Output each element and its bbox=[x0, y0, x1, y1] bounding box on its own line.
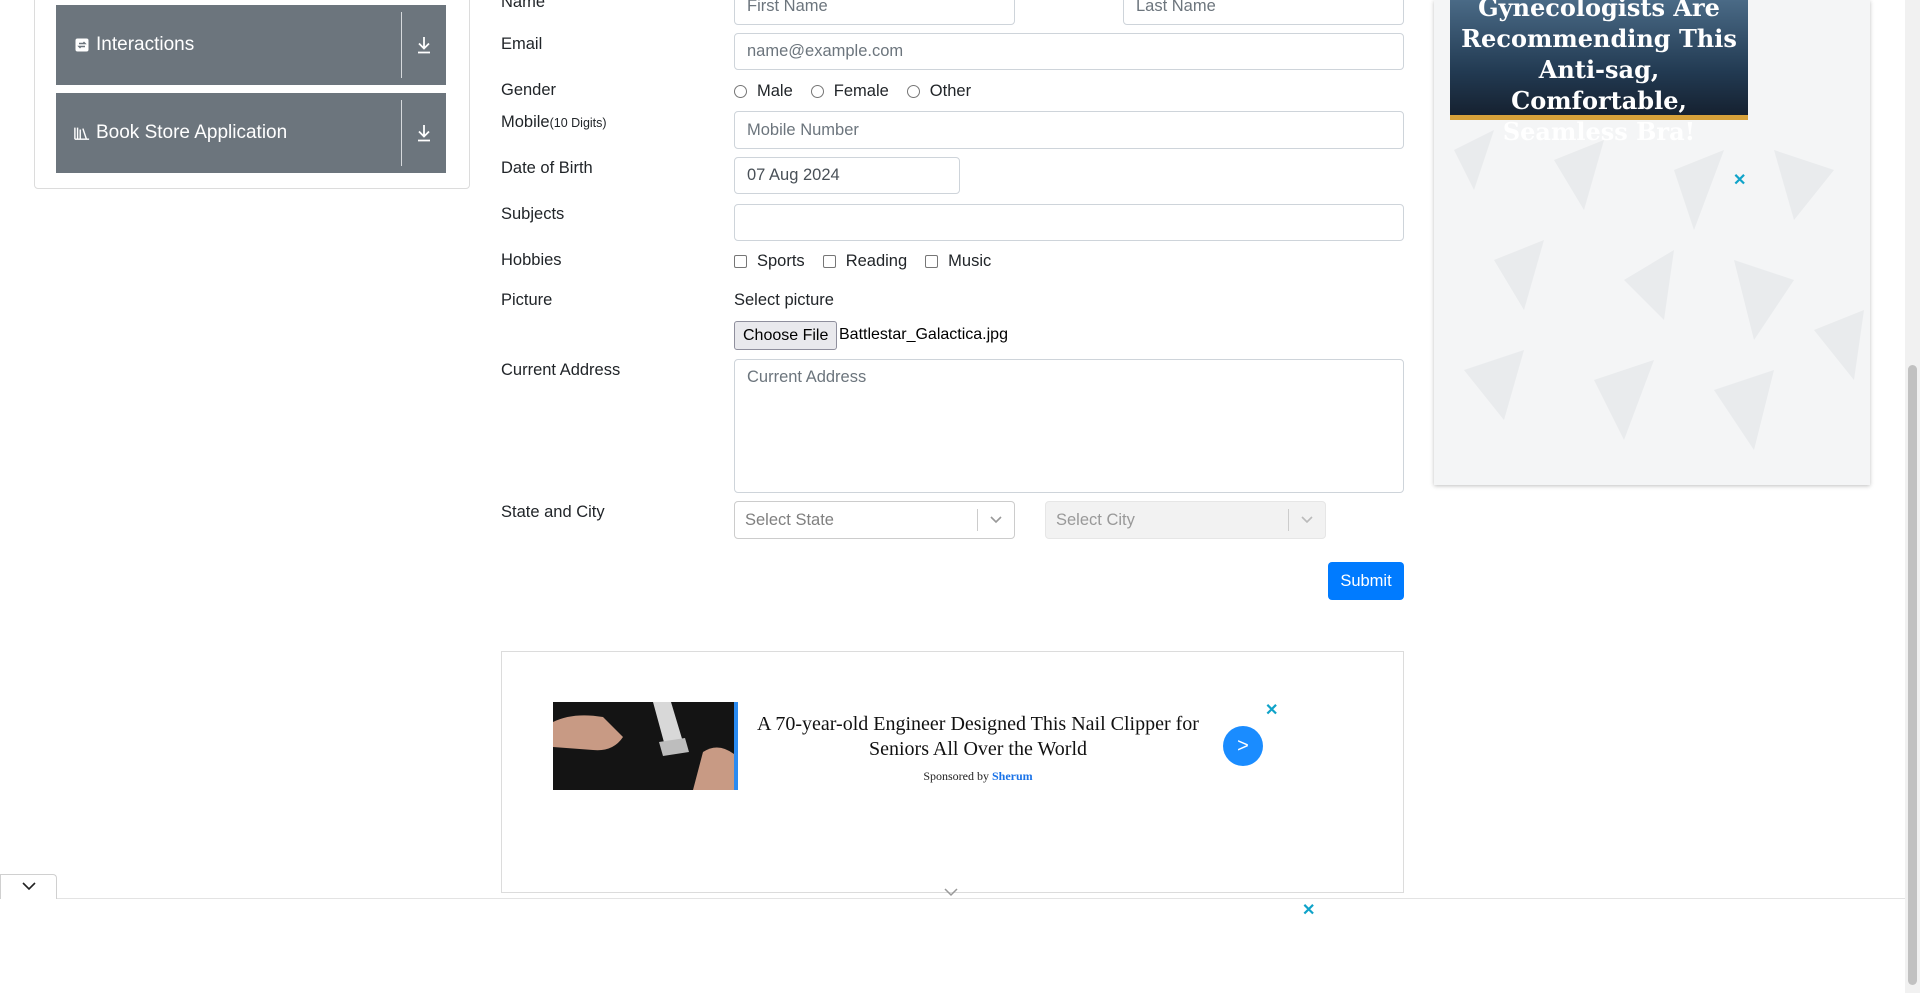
ad-right-headline[interactable]: Gynecologists Are Recommending This Anti… bbox=[1450, 0, 1748, 147]
hobby-option-label: Reading bbox=[845, 251, 908, 270]
sidebar-group-label: Book Store Application bbox=[96, 122, 288, 143]
email-label: Email bbox=[501, 35, 543, 53]
state-city-label: State and City bbox=[501, 503, 605, 521]
ad-thumbnail[interactable] bbox=[553, 702, 738, 790]
ad-accent-edge bbox=[734, 702, 738, 790]
download-icon[interactable] bbox=[402, 36, 446, 54]
mobile-hint: (10 Digits) bbox=[549, 116, 607, 130]
hobby-option-label: Music bbox=[948, 251, 992, 270]
hobbies-checkbox-group: Sports Reading Music bbox=[734, 251, 1009, 271]
mobile-input[interactable]: Mobile Number bbox=[734, 111, 1404, 149]
first-name-input[interactable]: First Name bbox=[734, 0, 1015, 25]
chevron-down-icon bbox=[21, 878, 37, 896]
chevron-down-icon[interactable] bbox=[1289, 515, 1325, 525]
sidebar-group-interactions[interactable]: Interactions bbox=[56, 5, 446, 85]
interactions-icon bbox=[74, 37, 90, 53]
sidebar-group-book-store[interactable]: Book Store Application bbox=[56, 93, 446, 173]
last-name-input[interactable]: Last Name bbox=[1123, 0, 1404, 25]
ad-sponsor-line: Sponsored by Sherum bbox=[750, 769, 1206, 784]
email-input[interactable]: name@example.com bbox=[734, 33, 1404, 70]
radio-button[interactable] bbox=[906, 84, 920, 98]
close-icon[interactable]: ✕ bbox=[1733, 173, 1746, 189]
gender-option-label: Male bbox=[757, 81, 793, 100]
picture-label: Picture bbox=[501, 291, 553, 309]
ad-bottom-headline[interactable]: A 70-year-old Engineer Designed This Nai… bbox=[750, 712, 1206, 762]
name-label: Name bbox=[501, 0, 546, 11]
address-label: Current Address bbox=[501, 361, 621, 379]
state-select-placeholder: Select State bbox=[745, 510, 834, 529]
gender-option-male[interactable]: Male bbox=[734, 82, 793, 101]
checkbox[interactable] bbox=[925, 254, 939, 268]
radio-button[interactable] bbox=[734, 84, 747, 98]
choose-file-button[interactable]: Choose File bbox=[734, 321, 838, 350]
dob-input[interactable]: 07 Aug 2024 bbox=[734, 157, 960, 194]
hobby-option-sports[interactable]: Sports bbox=[734, 252, 805, 271]
hobbies-label: Hobbies bbox=[501, 251, 562, 269]
checkbox[interactable] bbox=[822, 254, 836, 268]
radio-button[interactable] bbox=[810, 84, 824, 98]
ad-sponsor-prefix: Sponsored by bbox=[923, 769, 989, 783]
close-icon[interactable]: ✕ bbox=[1302, 903, 1315, 919]
gender-option-label: Other bbox=[929, 81, 972, 100]
close-icon[interactable]: ✕ bbox=[1265, 703, 1278, 719]
ad-image-border bbox=[1450, 115, 1748, 120]
city-select-placeholder: Select City bbox=[1056, 510, 1135, 529]
chevron-down-icon[interactable] bbox=[978, 515, 1014, 525]
address-textarea[interactable]: Current Address bbox=[734, 359, 1404, 493]
gender-option-other[interactable]: Other bbox=[906, 81, 972, 101]
ad-sponsor-name[interactable]: Sherum bbox=[992, 769, 1033, 783]
ad-right-image[interactable]: Gynecologists Are Recommending This Anti… bbox=[1450, 0, 1748, 146]
gender-option-label: Female bbox=[833, 81, 889, 100]
submit-button[interactable]: Submit bbox=[1328, 562, 1404, 600]
mobile-label-text: Mobile bbox=[501, 113, 550, 131]
download-icon[interactable] bbox=[402, 124, 446, 142]
subjects-label: Subjects bbox=[501, 205, 565, 223]
bottom-ad-bar bbox=[0, 898, 1905, 994]
mobile-label: Mobile(10 Digits) bbox=[501, 113, 607, 132]
sidebar-group-label: Interactions bbox=[96, 34, 195, 55]
gender-radio-group: Male Female Other bbox=[734, 81, 989, 101]
scrollbar-thumb[interactable] bbox=[1908, 365, 1917, 985]
gender-option-female[interactable]: Female bbox=[810, 81, 889, 101]
select-picture-label: Select picture bbox=[734, 291, 834, 309]
nail-clipper-image bbox=[553, 702, 734, 790]
collapse-ad-button[interactable] bbox=[0, 874, 57, 899]
hobby-option-label: Sports bbox=[757, 251, 805, 270]
gender-label: Gender bbox=[501, 81, 557, 99]
file-name: Battlestar_Galactica.jpg bbox=[839, 326, 1008, 343]
book-store-icon bbox=[74, 125, 90, 141]
state-select[interactable]: Select State bbox=[734, 501, 1015, 539]
subjects-input[interactable] bbox=[734, 204, 1404, 241]
ad-cta-button[interactable]: > bbox=[1223, 726, 1263, 766]
hobby-option-reading[interactable]: Reading bbox=[822, 251, 908, 271]
hobby-option-music[interactable]: Music bbox=[925, 252, 991, 271]
dob-label: Date of Birth bbox=[501, 159, 593, 177]
city-select[interactable]: Select City bbox=[1045, 501, 1326, 539]
checkbox[interactable] bbox=[734, 254, 747, 268]
